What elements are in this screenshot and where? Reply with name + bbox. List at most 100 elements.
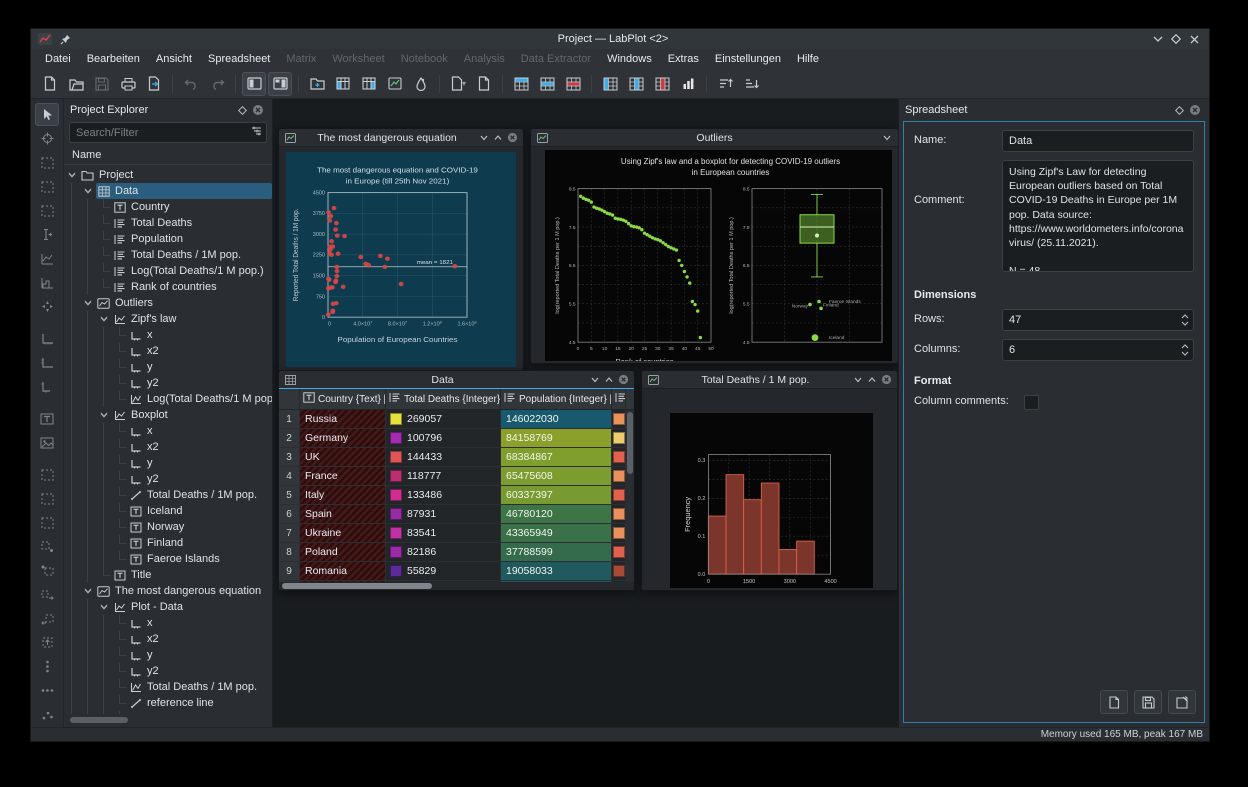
shade-icon[interactable] bbox=[851, 374, 865, 386]
close-window-icon[interactable] bbox=[505, 132, 519, 144]
zoom-y-select-tool[interactable] bbox=[35, 199, 59, 222]
tree-item-plot-data[interactable]: Plot - Data bbox=[64, 599, 272, 615]
shift-left-tool[interactable] bbox=[35, 583, 59, 606]
spinbox-arrows-icon[interactable] bbox=[1181, 341, 1189, 359]
cell-total-deaths[interactable]: 144433 bbox=[386, 448, 501, 467]
cell-rate-swatch[interactable] bbox=[612, 524, 626, 543]
cell-total-deaths[interactable]: 87931 bbox=[386, 505, 501, 524]
comment-field[interactable]: Using Zipf's Law for detecting European … bbox=[1002, 160, 1194, 272]
toolbar-toggle-properties-dock-button[interactable] bbox=[268, 71, 292, 96]
tree-item-y2[interactable]: y2 bbox=[64, 471, 272, 487]
columns-spinbox[interactable] bbox=[1002, 339, 1194, 361]
column-header-0[interactable]: Country {Text} [X] bbox=[300, 389, 386, 409]
close-window-icon[interactable] bbox=[616, 374, 630, 386]
window-outliers[interactable]: Outliers Using Zipf's law and a boxplot … bbox=[530, 128, 898, 375]
tree-item-title[interactable]: Title bbox=[64, 567, 272, 583]
cell-total-deaths[interactable]: 100796 bbox=[386, 429, 501, 448]
expander-icon[interactable] bbox=[96, 311, 112, 327]
shift-right-tool[interactable] bbox=[35, 607, 59, 630]
cell-country[interactable]: Germany bbox=[300, 429, 386, 448]
filter-icon[interactable] bbox=[251, 126, 262, 139]
cell-population[interactable]: 46780120 bbox=[501, 505, 612, 524]
menu-item-einstellungen[interactable]: Einstellungen bbox=[707, 51, 789, 67]
tree-item-log-total-deaths-1-m-pop[interactable]: Log(Total Deaths/1 M pop.) bbox=[64, 263, 272, 279]
tree-item-zipf-s-law[interactable]: Zipf's law bbox=[64, 311, 272, 327]
tree-item-y[interactable]: y bbox=[64, 647, 272, 663]
expander-icon[interactable] bbox=[80, 583, 96, 599]
column-header-3[interactable] bbox=[612, 389, 626, 409]
explorer-hscrollbar[interactable] bbox=[68, 716, 268, 724]
cell-rate-swatch[interactable] bbox=[612, 448, 626, 467]
crosshair-tool[interactable] bbox=[35, 127, 59, 150]
column-comments-checkbox[interactable] bbox=[1024, 395, 1039, 410]
row-number[interactable]: 8 bbox=[279, 543, 300, 562]
cell-population[interactable]: 60337397 bbox=[501, 486, 612, 505]
text-cursor-tool[interactable] bbox=[35, 223, 59, 246]
toolbar-new-spreadsheet-button[interactable] bbox=[357, 72, 381, 96]
cell-total-deaths[interactable]: 133486 bbox=[386, 486, 501, 505]
spinbox-arrows-icon[interactable] bbox=[1181, 311, 1189, 329]
toolbar-toggle-project-explorer-button[interactable] bbox=[242, 71, 266, 96]
column-header-1[interactable]: Total Deaths {Integer} [Y] bbox=[386, 389, 501, 409]
close-dock-icon[interactable] bbox=[250, 102, 266, 118]
toolbar-insert-row-below-button[interactable] bbox=[535, 72, 559, 96]
tree-item-finland[interactable]: Finland bbox=[64, 535, 272, 551]
cell-rate-swatch[interactable] bbox=[612, 562, 626, 581]
close-window-icon[interactable] bbox=[879, 374, 893, 386]
expander-icon[interactable] bbox=[64, 167, 80, 183]
window-histogram[interactable]: Total Deaths / 1 M pop. 0.0 0.1 0.2 0.3 0 150… bbox=[641, 370, 898, 600]
menu-item-windows[interactable]: Windows bbox=[599, 51, 660, 67]
toolbar-remove-columns-button[interactable] bbox=[650, 72, 674, 96]
cell-rate-swatch[interactable] bbox=[612, 410, 626, 429]
shift-scale-tool[interactable] bbox=[35, 295, 59, 318]
expander-icon[interactable] bbox=[80, 295, 96, 311]
cell-country[interactable]: Poland bbox=[300, 543, 386, 562]
toolbar-insert-column-right-button[interactable] bbox=[624, 72, 648, 96]
toolbar-new-workbook-button[interactable] bbox=[331, 72, 355, 96]
cell-total-deaths[interactable]: 269057 bbox=[386, 410, 501, 429]
cell-population[interactable]: 43365949 bbox=[501, 524, 612, 543]
toolbar-redo-button[interactable] bbox=[205, 72, 229, 96]
cell-population[interactable]: 146022030 bbox=[501, 410, 612, 429]
tree-item-total-deaths-1m-pop[interactable]: Total Deaths / 1M pop. bbox=[64, 247, 272, 263]
toolbar-duplicate-button[interactable] bbox=[472, 72, 496, 96]
close-icon[interactable] bbox=[1185, 32, 1203, 46]
pin-icon[interactable] bbox=[57, 32, 73, 46]
tree-item-data[interactable]: Data bbox=[64, 183, 272, 199]
cell-country[interactable]: Spain bbox=[300, 505, 386, 524]
select-tool[interactable] bbox=[35, 103, 59, 126]
cell-rate-swatch[interactable] bbox=[612, 486, 626, 505]
zoom-fit-tool[interactable] bbox=[35, 511, 59, 534]
toolbar-open-project-button[interactable] bbox=[64, 72, 88, 96]
toolbar-export-button[interactable] bbox=[142, 72, 166, 96]
cell-country[interactable]: Romania bbox=[300, 562, 386, 581]
cell-country[interactable]: Italy bbox=[300, 486, 386, 505]
add-axis-left-tool[interactable] bbox=[35, 375, 59, 398]
cell-country[interactable]: UK bbox=[300, 448, 386, 467]
tree-item-reference-line[interactable]: reference line bbox=[64, 695, 272, 711]
scale-auto-x-tool[interactable] bbox=[35, 535, 59, 558]
rows-spinbox[interactable] bbox=[1002, 309, 1194, 331]
column-header-2[interactable]: Population {Integer} [Y] bbox=[501, 389, 612, 409]
name-field[interactable] bbox=[1002, 130, 1194, 152]
tree-item-total-deaths[interactable]: Total Deaths bbox=[64, 215, 272, 231]
toolbar-new-folder-button[interactable] bbox=[305, 72, 329, 96]
table-vscrollbar[interactable] bbox=[625, 410, 634, 582]
row-number[interactable]: 3 bbox=[279, 448, 300, 467]
toolbar-new-worksheet-button[interactable] bbox=[383, 72, 407, 96]
cell-population[interactable]: 19058033 bbox=[501, 562, 612, 581]
tree-item-iceland[interactable]: Iceland bbox=[64, 503, 272, 519]
cell-population[interactable]: 84158769 bbox=[501, 429, 612, 448]
shade-icon[interactable] bbox=[477, 132, 491, 144]
tree-item-total-deaths-1m-pop[interactable]: Total Deaths / 1M pop. bbox=[64, 487, 272, 503]
tree-item-x2[interactable]: x2 bbox=[64, 439, 272, 455]
toolbar-save-project-button[interactable] bbox=[90, 72, 114, 96]
row-number[interactable]: 9 bbox=[279, 562, 300, 581]
histogram-worksheet[interactable]: 0.00.10.20.30150030004500FrequencyTotal … bbox=[670, 413, 873, 600]
cell-total-deaths[interactable]: 83541 bbox=[386, 524, 501, 543]
maximize-icon[interactable] bbox=[1167, 32, 1185, 46]
tree-item-x[interactable]: x bbox=[64, 423, 272, 439]
menu-item-spreadsheet[interactable]: Spreadsheet bbox=[200, 51, 278, 67]
window-data-spreadsheet[interactable]: Data Country {Text} [X]Total Deaths {Int… bbox=[278, 370, 635, 591]
menu-item-extras[interactable]: Extras bbox=[660, 51, 707, 67]
